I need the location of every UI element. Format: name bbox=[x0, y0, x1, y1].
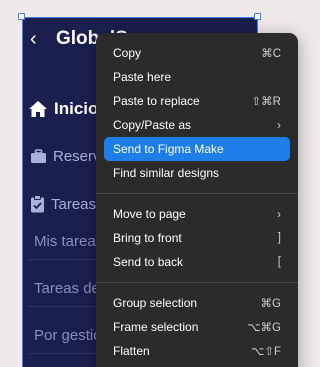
briefcase-icon bbox=[31, 149, 46, 163]
menu-item-paste-here[interactable]: Paste here bbox=[104, 65, 290, 89]
menu-item-bring-to-front[interactable]: Bring to front ] bbox=[104, 226, 290, 250]
menu-item-label: Flatten bbox=[113, 344, 150, 358]
menu-item-flatten[interactable]: Flatten ⌥⇧F bbox=[104, 339, 290, 363]
menu-item-label: Frame selection bbox=[113, 320, 199, 334]
menu-item-copy[interactable]: Copy ⌘C bbox=[104, 41, 290, 65]
nav-home-label: Inicio bbox=[54, 99, 99, 118]
menu-item-shortcut: ⌥⇧F bbox=[251, 346, 281, 358]
menu-item-label: Paste here bbox=[113, 70, 172, 84]
menu-item-label: Send to back bbox=[113, 255, 184, 269]
menu-item-frame-selection[interactable]: Frame selection ⌥⌘G bbox=[104, 315, 290, 339]
menu-item-label: Paste to replace bbox=[113, 94, 200, 108]
menu-item-move-to-page[interactable]: Move to page › bbox=[104, 202, 290, 226]
menu-item-label: Group selection bbox=[113, 296, 198, 310]
menu-item-label: Move to page bbox=[113, 207, 186, 221]
nav-section-tareas: Tareas bbox=[30, 195, 96, 213]
menu-item-copy-paste-as[interactable]: Copy/Paste as › bbox=[104, 113, 290, 137]
back-chevron-icon: ‹ bbox=[30, 28, 37, 50]
nav-section-label: Tareas bbox=[51, 195, 97, 213]
menu-item-send-to-figma-make[interactable]: Send to Figma Make bbox=[104, 137, 290, 161]
menu-divider bbox=[96, 282, 298, 283]
menu-item-label: Copy bbox=[113, 46, 142, 60]
menu-item-send-to-back[interactable]: Send to back [ bbox=[104, 250, 290, 274]
menu-item-shortcut: ⇧⌘R bbox=[251, 96, 281, 108]
context-menu: Copy ⌘C Paste here Paste to replace ⇧⌘R … bbox=[96, 33, 298, 367]
menu-item-label: Copy/Paste as bbox=[113, 118, 192, 132]
menu-item-label: Send to Figma Make bbox=[113, 142, 224, 156]
resize-handle-top-right[interactable] bbox=[254, 13, 261, 20]
submenu-chevron-icon: › bbox=[277, 207, 281, 221]
resize-handle-top-left[interactable] bbox=[18, 13, 25, 20]
menu-item-shortcut: ⌘C bbox=[261, 48, 281, 60]
menu-item-label: Bring to front bbox=[113, 231, 182, 245]
menu-item-shortcut: ⌥⌘G bbox=[247, 322, 281, 334]
menu-item-group-selection[interactable]: Group selection ⌘G bbox=[104, 291, 290, 315]
home-icon bbox=[29, 101, 47, 117]
menu-item-shortcut: [ bbox=[277, 256, 281, 268]
clipboard-check-icon bbox=[31, 195, 44, 213]
menu-item-find-similar-designs[interactable]: Find similar designs bbox=[104, 161, 290, 185]
nav-home: Inicio bbox=[28, 97, 98, 121]
menu-item-shortcut: ⌘G bbox=[260, 298, 281, 310]
menu-item-label: Find similar designs bbox=[113, 166, 220, 180]
submenu-chevron-icon: › bbox=[277, 118, 281, 132]
menu-item-paste-to-replace[interactable]: Paste to replace ⇧⌘R bbox=[104, 89, 290, 113]
menu-divider bbox=[96, 193, 298, 194]
menu-item-shortcut: ] bbox=[277, 232, 281, 244]
